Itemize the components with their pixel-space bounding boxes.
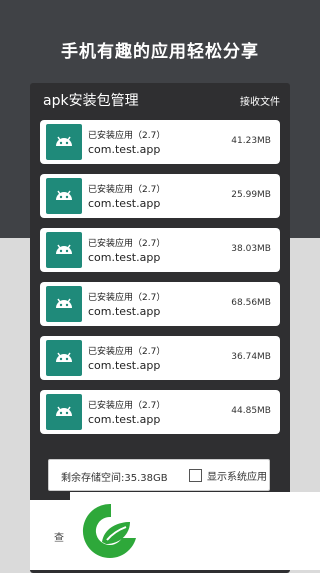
show-system-apps-toggle[interactable]: 显示系统应用 [189, 467, 267, 483]
app-name: 已安装应用（2.7） [88, 293, 166, 303]
app-name: 已安装应用（2.7） [88, 347, 166, 357]
watermark-area [70, 492, 320, 570]
app-name: 已安装应用（2.7） [88, 401, 166, 411]
android-icon [46, 286, 82, 322]
android-icon [46, 232, 82, 268]
app-package: com.test.app [88, 359, 161, 372]
app-size: 36.74MB [231, 352, 271, 362]
android-icon [46, 394, 82, 430]
app-package: com.test.app [88, 251, 161, 264]
list-item[interactable]: 已安装应用（2.7） com.test.app 36.74MB [40, 336, 280, 380]
app-size: 25.99MB [231, 190, 271, 200]
app-name: 已安装应用（2.7） [88, 239, 166, 249]
app-size: 44.85MB [231, 406, 271, 416]
android-icon [46, 178, 82, 214]
app-name: 已安装应用（2.7） [88, 131, 166, 141]
app-bar: apk安装包管理 接收文件 [30, 83, 290, 115]
promo-headline: 手机有趣的应用轻松分享 [61, 42, 259, 62]
storage-footer: 剩余存储空间:35.38GB 显示系统应用 [48, 459, 270, 491]
app-package: com.test.app [88, 413, 161, 426]
bottom-tab[interactable]: 查 [30, 500, 70, 570]
show-system-apps-label: 显示系统应用 [207, 471, 267, 483]
receive-files-button[interactable]: 接收文件 [240, 93, 280, 108]
android-icon [46, 340, 82, 376]
app-name: 已安装应用（2.7） [88, 185, 166, 195]
app-size: 41.23MB [231, 136, 271, 146]
app-package: com.test.app [88, 197, 161, 210]
list-item[interactable]: 已安装应用（2.7） com.test.app 44.85MB [40, 390, 280, 434]
android-icon [46, 124, 82, 160]
app-package: com.test.app [88, 305, 161, 318]
list-item[interactable]: 已安装应用（2.7） com.test.app 68.56MB [40, 282, 280, 326]
brand-logo-icon [82, 503, 136, 558]
app-size: 68.56MB [231, 298, 271, 308]
show-system-apps-checkbox[interactable] [189, 468, 202, 482]
app-package: com.test.app [88, 143, 161, 156]
app-size: 38.03MB [231, 244, 271, 254]
storage-remaining: 剩余存储空间:35.38GB [61, 473, 168, 484]
list-item[interactable]: 已安装应用（2.7） com.test.app 25.99MB [40, 174, 280, 218]
list-item[interactable]: 已安装应用（2.7） com.test.app 41.23MB [40, 120, 280, 164]
list-item[interactable]: 已安装应用（2.7） com.test.app 38.03MB [40, 228, 280, 272]
bottom-tab-label: 查 [54, 533, 64, 544]
app-title: apk安装包管理 [43, 93, 139, 109]
